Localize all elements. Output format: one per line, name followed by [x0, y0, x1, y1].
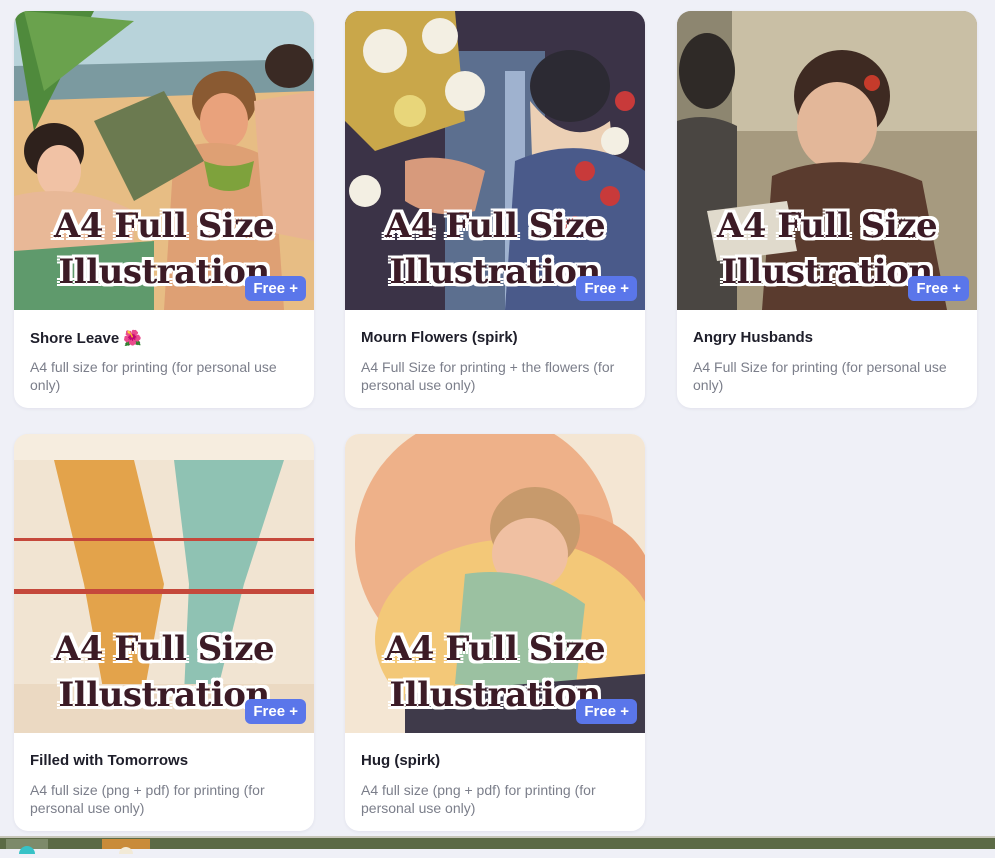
- product-title-text: Shore Leave: [30, 330, 120, 347]
- product-description: A4 full size (png + pdf) for printing (f…: [30, 782, 265, 816]
- product-card-filled-with-tomorrows[interactable]: A4 Full Size Illustration Free + Filled …: [14, 434, 314, 831]
- hibiscus-icon: 🌺: [123, 330, 142, 347]
- product-card-angry-husbands[interactable]: A4 Full Size Illustration Free + Angry H…: [677, 11, 977, 408]
- overlay-line-1: A4 Full Size: [716, 206, 938, 246]
- price-badge[interactable]: Free +: [908, 276, 969, 301]
- product-title[interactable]: Angry Husbands: [693, 329, 813, 346]
- taskbar-divider: [0, 836, 995, 838]
- product-card-shore-leave[interactable]: A4 Full Size Illustration Free + Shore L…: [14, 11, 314, 408]
- product-title[interactable]: Mourn Flowers (spirk): [361, 329, 518, 346]
- product-title[interactable]: Shore Leave 🌺: [30, 329, 142, 347]
- overlay-line-1: A4 Full Size: [384, 206, 606, 246]
- product-description: A4 Full Size for printing (for personal …: [693, 359, 947, 393]
- price-badge[interactable]: Free +: [245, 276, 306, 301]
- product-description: A4 full size for printing (for personal …: [30, 359, 277, 393]
- product-description: A4 Full Size for printing + the flowers …: [361, 359, 615, 393]
- product-description: A4 full size (png + pdf) for printing (f…: [361, 782, 596, 816]
- taskbar-app-icon[interactable]: [6, 839, 48, 858]
- product-title[interactable]: Filled with Tomorrows: [30, 752, 188, 769]
- overlay-line-1: A4 Full Size: [384, 629, 606, 669]
- taskbar: [0, 836, 995, 858]
- product-title[interactable]: Hug (spirk): [361, 752, 440, 769]
- price-badge[interactable]: Free +: [576, 699, 637, 724]
- taskbar-app-icon[interactable]: [102, 839, 150, 858]
- price-badge[interactable]: Free +: [245, 699, 306, 724]
- overlay-line-1: A4 Full Size: [53, 206, 275, 246]
- product-card-hug[interactable]: A4 Full Size Illustration Free + Hug (sp…: [345, 434, 645, 831]
- price-badge[interactable]: Free +: [576, 276, 637, 301]
- overlay-line-1: A4 Full Size: [53, 629, 275, 669]
- product-card-mourn-flowers[interactable]: A4 Full Size Illustration Free + Mourn F…: [345, 11, 645, 408]
